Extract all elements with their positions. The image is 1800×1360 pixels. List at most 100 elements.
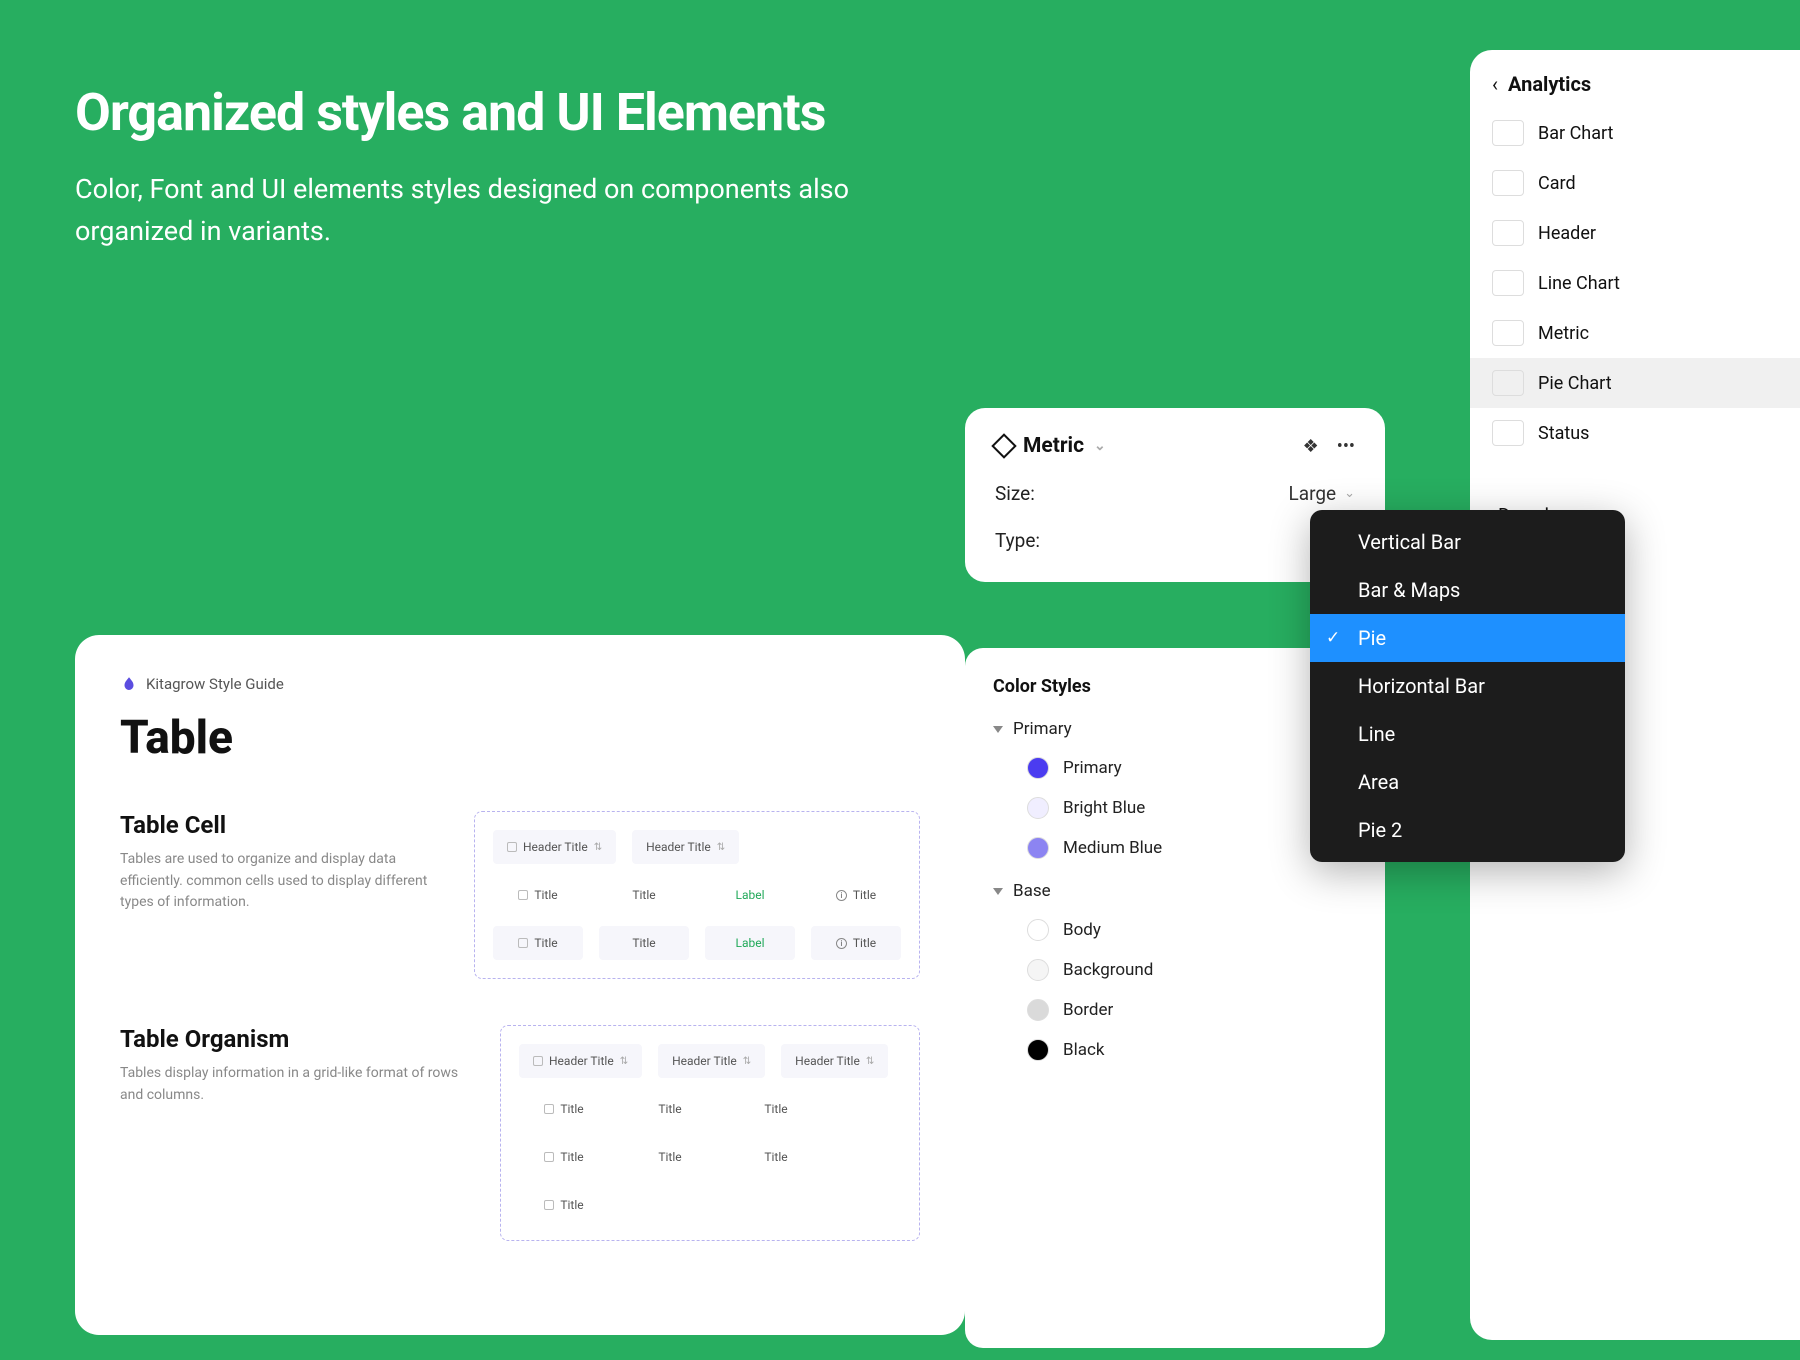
hero-title: Organized styles and UI Elements [75, 82, 905, 143]
info-icon: i [836, 938, 847, 949]
prop-label-type: Type: [995, 529, 1040, 552]
table-cell-label: Label [705, 878, 795, 912]
back-icon[interactable]: ‹ [1492, 72, 1498, 96]
checkbox-icon [518, 890, 528, 900]
color-group-header[interactable]: Base [993, 881, 1357, 901]
color-swatch-icon [1027, 959, 1049, 981]
sort-icon: ⇅ [594, 842, 602, 853]
checkbox-icon [544, 1152, 554, 1162]
analytics-item[interactable]: Metric [1470, 308, 1800, 358]
section-heading: Table Organism [120, 1025, 470, 1053]
color-label: Background [1063, 960, 1153, 980]
prop-value-size[interactable]: Large⌄ [1289, 482, 1355, 505]
color-swatch-icon [1027, 919, 1049, 941]
component-thumb-icon [1492, 420, 1524, 446]
table-cell: Title [493, 878, 583, 912]
color-swatch-item[interactable]: Primary [1027, 757, 1357, 779]
dropdown-option[interactable]: Line [1310, 710, 1625, 758]
dropdown-option[interactable]: Pie [1310, 614, 1625, 662]
dropdown-option[interactable]: Bar & Maps [1310, 566, 1625, 614]
color-swatch-item[interactable]: Border [1027, 999, 1357, 1021]
color-swatch-item[interactable]: Bright Blue [1027, 797, 1357, 819]
analytics-item-label: Pie Chart [1538, 373, 1612, 394]
section-heading: Table Cell [120, 811, 444, 839]
analytics-item[interactable]: Pie Chart [1470, 358, 1800, 408]
caret-down-icon [993, 888, 1003, 895]
color-swatch-item[interactable]: Background [1027, 959, 1357, 981]
component-thumb-icon [1492, 370, 1524, 396]
checkbox-icon [533, 1056, 543, 1066]
table-cell: Title [731, 1140, 821, 1174]
dropdown-option[interactable]: Pie 2 [1310, 806, 1625, 854]
table-cell: Title [519, 1188, 609, 1222]
color-group-header[interactable]: Primary [993, 719, 1357, 739]
header-cell: Header Title⇅ [781, 1044, 888, 1078]
more-icon[interactable]: ••• [1337, 436, 1355, 457]
color-label: Body [1063, 920, 1101, 940]
color-swatch-item[interactable]: Body [1027, 919, 1357, 941]
color-label: Medium Blue [1063, 838, 1162, 858]
analytics-title: Analytics [1508, 72, 1591, 96]
metric-title: Metric [1023, 434, 1084, 458]
table-organism-preview: Header Title⇅ Header Title⇅ Header Title… [500, 1025, 920, 1241]
analytics-item[interactable]: Bar Chart [1470, 108, 1800, 158]
analytics-item-label: Line Chart [1538, 273, 1620, 294]
brand-logo-icon [120, 675, 138, 693]
header-cell: Header Title⇅ [632, 830, 739, 864]
checkbox-icon [507, 842, 517, 852]
caret-down-icon [993, 726, 1003, 733]
type-dropdown-menu[interactable]: Vertical BarBar & MapsPieHorizontal BarL… [1310, 510, 1625, 862]
analytics-item[interactable]: Line Chart [1470, 258, 1800, 308]
brand-label: Kitagrow Style Guide [146, 675, 284, 693]
analytics-item[interactable]: Status [1470, 408, 1800, 458]
table-cell: iTitle [811, 878, 901, 912]
analytics-item[interactable]: Card [1470, 158, 1800, 208]
hero-subtitle: Color, Font and UI elements styles desig… [75, 169, 905, 253]
checkbox-icon [544, 1200, 554, 1210]
table-cell: Title [519, 1092, 609, 1126]
sort-icon: ⇅ [866, 1056, 874, 1067]
table-cell: Title [599, 926, 689, 960]
info-icon: i [836, 890, 847, 901]
analytics-item-label: Metric [1538, 323, 1589, 344]
table-cell-preview: Header Title⇅ Header Title⇅ Title Title … [474, 811, 920, 979]
sort-icon: ⇅ [620, 1056, 628, 1067]
section-desc: Tables are used to organize and display … [120, 849, 444, 914]
color-swatch-icon [1027, 999, 1049, 1021]
chevron-down-icon: ⌄ [1344, 486, 1355, 501]
table-cell: Title [625, 1140, 715, 1174]
color-label: Black [1063, 1040, 1105, 1060]
analytics-item[interactable]: Header [1470, 208, 1800, 258]
table-cell: Title [599, 878, 689, 912]
variant-icon[interactable]: ❖ [1303, 436, 1319, 457]
header-cell: Header Title⇅ [519, 1044, 642, 1078]
table-cell: Title [519, 1140, 609, 1174]
color-swatch-item[interactable]: Black [1027, 1039, 1357, 1061]
prop-label-size: Size: [995, 482, 1035, 505]
sort-icon: ⇅ [717, 842, 725, 853]
checkbox-icon [544, 1104, 554, 1114]
color-label: Primary [1063, 758, 1122, 778]
table-cell: iTitle [811, 926, 901, 960]
brand-row: Kitagrow Style Guide [120, 675, 920, 693]
analytics-item-label: Header [1538, 223, 1596, 244]
table-cell: Title [625, 1092, 715, 1126]
color-swatch-icon [1027, 837, 1049, 859]
color-styles-title: Color Styles [993, 676, 1357, 697]
table-cell: Title [731, 1092, 821, 1126]
table-cell: Title [493, 926, 583, 960]
component-thumb-icon [1492, 120, 1524, 146]
dropdown-option[interactable]: Area [1310, 758, 1625, 806]
dropdown-option[interactable]: Horizontal Bar [1310, 662, 1625, 710]
checkbox-icon [518, 938, 528, 948]
color-swatch-item[interactable]: Medium Blue [1027, 837, 1357, 859]
component-thumb-icon [1492, 170, 1524, 196]
color-swatch-icon [1027, 757, 1049, 779]
analytics-item-label: Status [1538, 423, 1589, 444]
color-swatch-icon [1027, 1039, 1049, 1061]
component-thumb-icon [1492, 220, 1524, 246]
dropdown-option[interactable]: Vertical Bar [1310, 518, 1625, 566]
chevron-down-icon[interactable]: ⌄ [1094, 438, 1106, 454]
style-guide-title: Table [120, 711, 920, 765]
sort-icon: ⇅ [743, 1056, 751, 1067]
